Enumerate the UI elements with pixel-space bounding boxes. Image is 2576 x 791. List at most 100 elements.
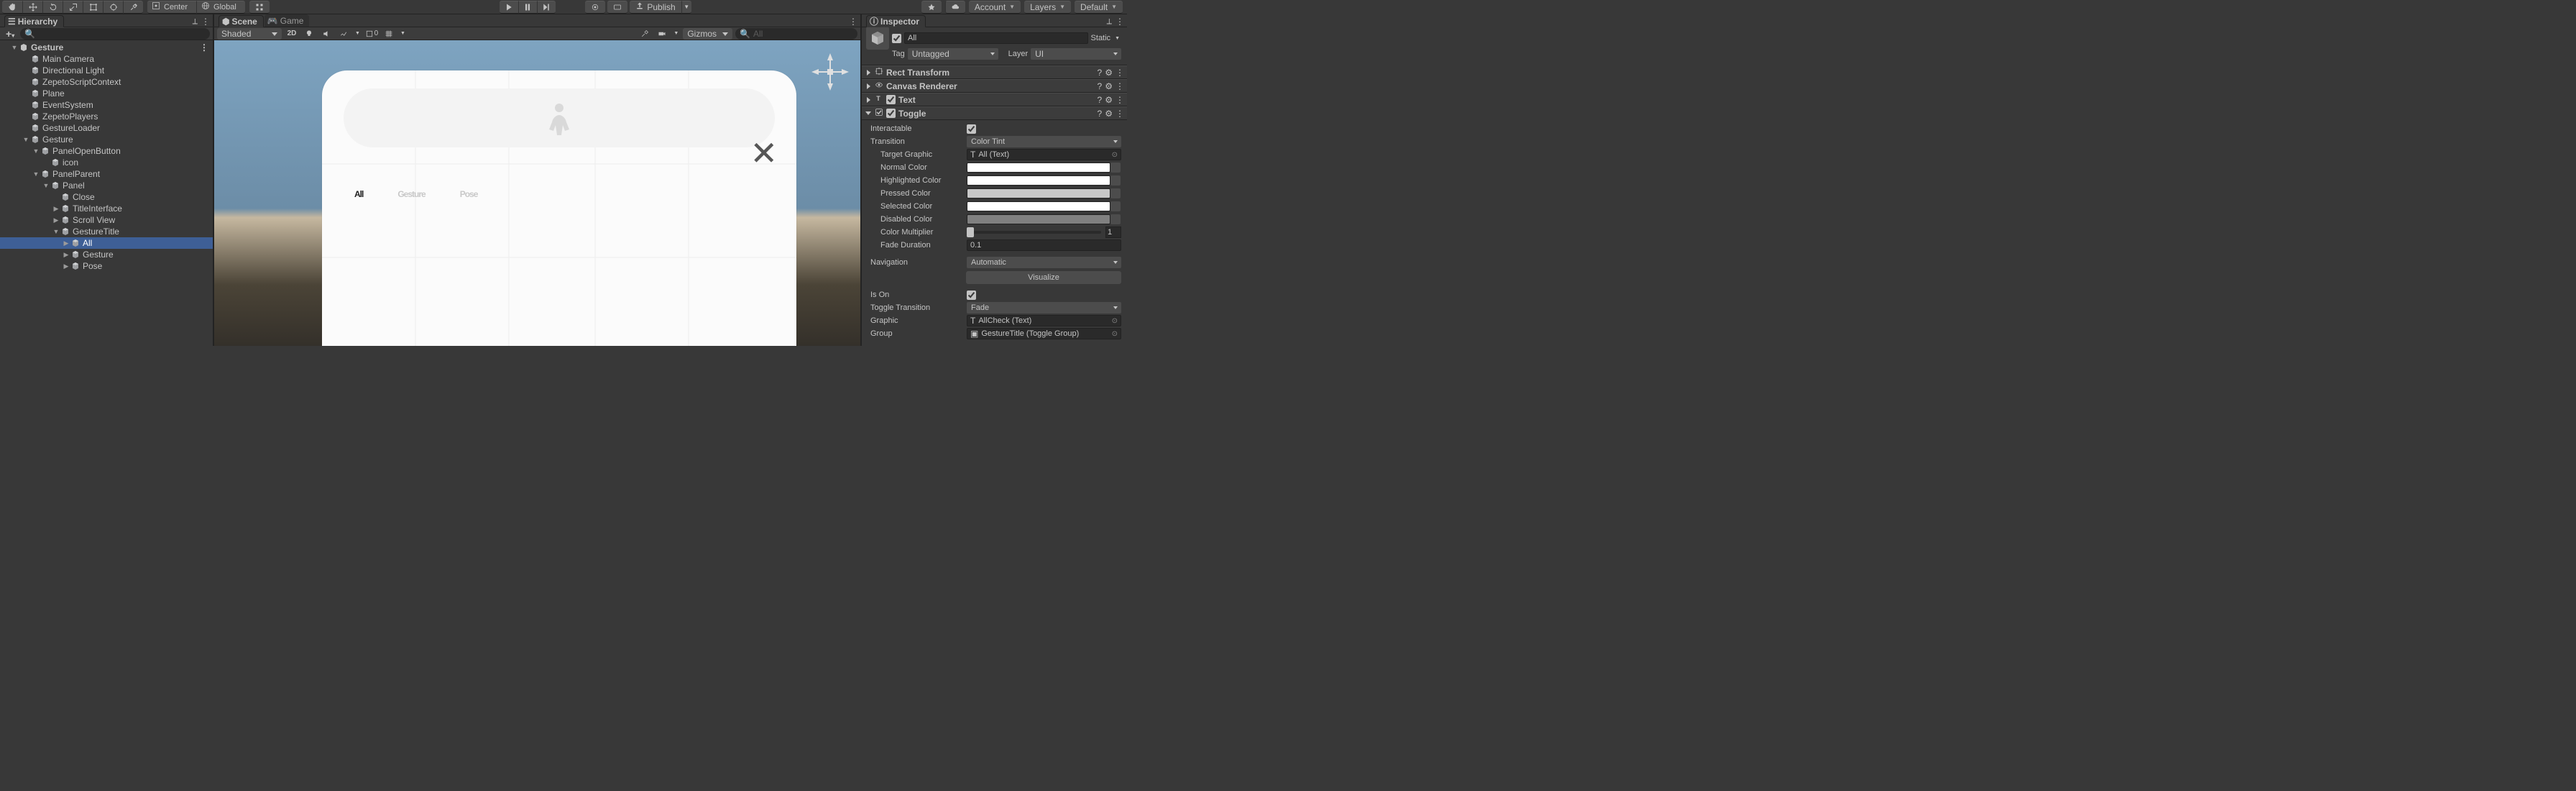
component-header[interactable]: Rect Transform?⚙⋮ bbox=[862, 65, 1127, 79]
hierarchy-item[interactable]: ▶Gesture bbox=[0, 249, 213, 260]
game-tab[interactable]: 🎮 Game bbox=[264, 14, 310, 27]
camera-dropdown[interactable]: ▼ bbox=[672, 31, 680, 36]
component-header[interactable]: TText?⚙⋮ bbox=[862, 93, 1127, 106]
services-icon[interactable] bbox=[921, 1, 942, 14]
component-menu-icon[interactable]: ⋮ bbox=[1116, 109, 1124, 119]
audio-toggle[interactable] bbox=[319, 28, 334, 40]
move-tool[interactable] bbox=[22, 1, 42, 14]
coord-toggle[interactable]: Global bbox=[196, 1, 245, 14]
preview-tab[interactable]: Gesture bbox=[397, 189, 425, 199]
hierarchy-item[interactable]: ZepetoScriptContext bbox=[0, 76, 213, 88]
pivot-toggle[interactable]: Center bbox=[147, 1, 196, 14]
color-field[interactable] bbox=[967, 214, 1110, 224]
tag-dropdown[interactable]: Untagged bbox=[908, 48, 998, 60]
toggle-transition-dropdown[interactable]: Fade bbox=[967, 302, 1121, 314]
grid-dropdown[interactable]: ▼ bbox=[399, 31, 407, 36]
rect-tool[interactable] bbox=[83, 1, 103, 14]
component-menu-icon[interactable]: ⋮ bbox=[1116, 68, 1124, 78]
navigation-dropdown[interactable]: Automatic bbox=[967, 257, 1121, 268]
component-menu-icon[interactable]: ⋮ bbox=[1116, 95, 1124, 105]
grid-toggle[interactable] bbox=[382, 28, 396, 40]
object-name-input[interactable] bbox=[904, 32, 1088, 44]
fx-toggle[interactable] bbox=[336, 28, 351, 40]
lock-icon[interactable]: ⟂ bbox=[193, 17, 198, 27]
scene-row[interactable]: ▼Gesture⋮ bbox=[0, 42, 213, 53]
hierarchy-search[interactable]: 🔍 bbox=[20, 28, 210, 40]
help-icon[interactable]: ? bbox=[1098, 95, 1103, 105]
hierarchy-item[interactable]: Directional Light bbox=[0, 65, 213, 76]
active-checkbox[interactable] bbox=[892, 34, 901, 43]
layer-dropdown[interactable]: UI bbox=[1031, 48, 1121, 60]
scene-panel-menu[interactable]: ⋮ bbox=[849, 17, 858, 27]
preset-icon[interactable]: ⚙ bbox=[1105, 81, 1113, 91]
publish-button[interactable]: Publish bbox=[630, 1, 681, 14]
hierarchy-item[interactable]: ▶Scroll View bbox=[0, 214, 213, 226]
color-multiplier-value[interactable] bbox=[1105, 227, 1121, 238]
fx-dropdown[interactable]: ▼ bbox=[354, 31, 362, 36]
group-field[interactable]: ▣GestureTitle (Toggle Group) bbox=[967, 328, 1121, 339]
component-header[interactable]: Toggle?⚙⋮ bbox=[862, 106, 1127, 120]
scene-menu-icon[interactable]: ⋮ bbox=[200, 42, 213, 52]
publish-dropdown[interactable]: ▼ bbox=[681, 1, 691, 14]
rotate-tool[interactable] bbox=[42, 1, 63, 14]
preset-icon[interactable]: ⚙ bbox=[1105, 109, 1113, 119]
interactable-checkbox[interactable] bbox=[967, 124, 976, 134]
target-graphic-field[interactable]: TAll (Text) bbox=[967, 149, 1121, 160]
orientation-gizmo[interactable] bbox=[810, 52, 850, 92]
hierarchy-item[interactable]: ▼Gesture bbox=[0, 134, 213, 145]
hierarchy-item[interactable]: ▶TitleInterface bbox=[0, 203, 213, 214]
hierarchy-item[interactable]: ▶All bbox=[0, 237, 213, 249]
is-on-checkbox[interactable] bbox=[967, 291, 976, 300]
color-field[interactable] bbox=[967, 175, 1110, 186]
collab-icon[interactable] bbox=[585, 1, 605, 14]
fade-duration-input[interactable] bbox=[967, 239, 1121, 251]
hierarchy-item[interactable]: Close bbox=[0, 191, 213, 203]
foldout-icon[interactable] bbox=[865, 69, 872, 76]
help-icon[interactable]: ? bbox=[1098, 81, 1103, 91]
camera-icon[interactable] bbox=[655, 28, 669, 40]
foldout-icon[interactable] bbox=[865, 96, 872, 104]
preview-icon[interactable] bbox=[607, 1, 627, 14]
transition-dropdown[interactable]: Color Tint bbox=[967, 136, 1121, 147]
component-enable-checkbox[interactable] bbox=[886, 95, 896, 104]
hierarchy-item[interactable]: ▼GestureTitle bbox=[0, 226, 213, 237]
preview-close-button[interactable]: ✕ bbox=[750, 134, 778, 173]
scene-viewport[interactable]: ✕ All Gesture Pose bbox=[214, 40, 860, 346]
color-field[interactable] bbox=[967, 163, 1110, 173]
layers-menu[interactable]: Layers▼ bbox=[1024, 1, 1071, 14]
lighting-toggle[interactable] bbox=[302, 28, 316, 40]
hierarchy-item[interactable]: Main Camera bbox=[0, 53, 213, 65]
foldout-icon[interactable] bbox=[865, 83, 872, 90]
play-button[interactable] bbox=[500, 1, 518, 14]
hierarchy-tab[interactable]: ☰ Hierarchy bbox=[4, 15, 64, 27]
foldout-icon[interactable] bbox=[865, 110, 872, 117]
component-enable-checkbox[interactable] bbox=[886, 109, 896, 118]
hierarchy-item[interactable]: ▼PanelOpenButton bbox=[0, 145, 213, 157]
scene-search[interactable]: 🔍 All bbox=[735, 28, 857, 40]
color-multiplier-slider[interactable] bbox=[967, 231, 1101, 234]
color-field[interactable] bbox=[967, 188, 1110, 198]
preview-tab[interactable]: All bbox=[354, 189, 363, 199]
scene-tab[interactable]: ⬢ Scene bbox=[218, 15, 264, 27]
color-field[interactable] bbox=[967, 201, 1110, 211]
gameobject-icon[interactable] bbox=[866, 27, 889, 50]
layout-menu[interactable]: Default▼ bbox=[1075, 1, 1123, 14]
create-dropdown[interactable]: +▾ bbox=[3, 28, 17, 40]
pause-button[interactable] bbox=[518, 1, 537, 14]
custom-tool[interactable] bbox=[123, 1, 143, 14]
hierarchy-item[interactable]: icon bbox=[0, 157, 213, 168]
component-menu-icon[interactable]: ⋮ bbox=[1116, 81, 1124, 91]
hierarchy-item[interactable]: EventSystem bbox=[0, 99, 213, 111]
hierarchy-item[interactable]: ZepetoPlayers bbox=[0, 111, 213, 122]
preset-icon[interactable]: ⚙ bbox=[1105, 95, 1113, 105]
2d-toggle[interactable]: 2D bbox=[285, 28, 299, 40]
inspector-menu[interactable]: ⋮ bbox=[1116, 17, 1125, 27]
snap-toggle[interactable] bbox=[249, 1, 270, 14]
hidden-count[interactable]: 0 bbox=[364, 28, 379, 40]
preview-tab[interactable]: Pose bbox=[460, 189, 478, 199]
component-header[interactable]: Canvas Renderer?⚙⋮ bbox=[862, 79, 1127, 93]
hierarchy-item[interactable]: GestureLoader bbox=[0, 122, 213, 134]
preview-open-button[interactable] bbox=[344, 88, 775, 147]
shading-mode-dropdown[interactable]: Shaded bbox=[217, 28, 282, 40]
hand-tool[interactable] bbox=[2, 1, 22, 14]
